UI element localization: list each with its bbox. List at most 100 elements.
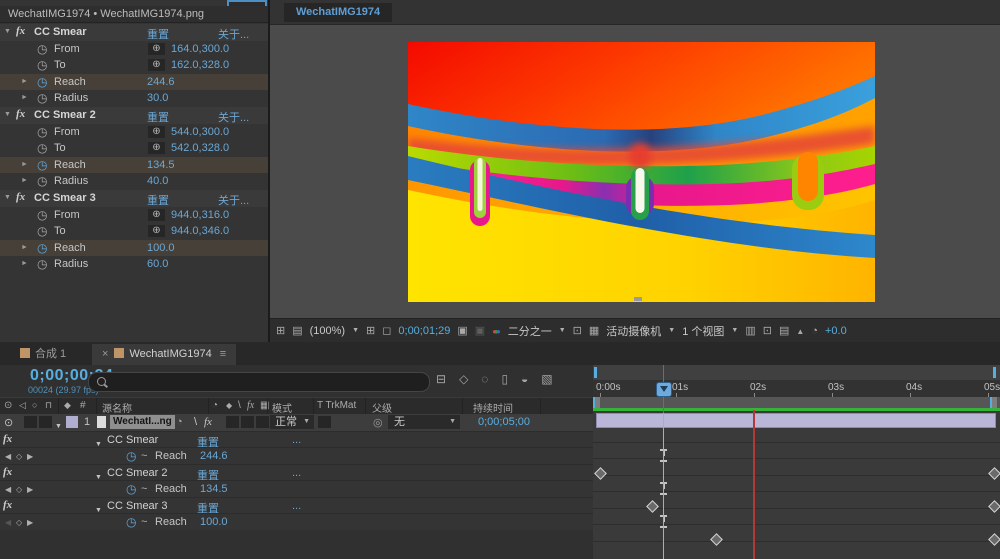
work-area-end-handle[interactable] xyxy=(990,397,997,408)
frame-blending-icon[interactable] xyxy=(501,372,508,386)
collapse-triangle-icon[interactable]: ▼ xyxy=(4,28,11,35)
effect-header-row[interactable]: ▼ fx CC Smear 3 重置 关于... xyxy=(0,189,268,208)
property-value[interactable]: 30.0 xyxy=(147,92,168,104)
layer-anchor-handle[interactable] xyxy=(634,297,642,301)
region-of-interest-icon[interactable] xyxy=(573,324,582,337)
expander-icon[interactable]: ► xyxy=(21,161,28,168)
about-link[interactable]: 关于... xyxy=(218,192,249,208)
layer-expander-icon[interactable] xyxy=(55,419,62,431)
chevron-down-icon[interactable]: ▼ xyxy=(731,327,738,334)
chevron-down-icon[interactable]: ▼ xyxy=(668,327,675,334)
point-crosshair-icon[interactable]: ⊕ xyxy=(148,42,165,55)
fx-badge-icon[interactable]: fx xyxy=(16,25,25,37)
parent-header[interactable]: 父级 xyxy=(372,400,392,415)
stopwatch-icon-animated[interactable]: ◷ xyxy=(37,75,47,89)
point-crosshair-icon[interactable]: ⊕ xyxy=(148,59,165,72)
stopwatch-icon[interactable]: ◷ xyxy=(37,91,47,105)
audio-toggle[interactable] xyxy=(24,416,37,428)
stopwatch-icon-animated[interactable]: ◷ xyxy=(126,515,136,529)
navigator-start-handle[interactable] xyxy=(594,367,597,378)
property-label[interactable]: Reach xyxy=(155,483,187,495)
duration-header[interactable]: 持续时间 xyxy=(473,400,513,415)
property-value[interactable]: 944.0,316.0 xyxy=(171,209,229,221)
time-ruler[interactable]: 0:00s 01s 02s 03s 04s 05s xyxy=(593,380,1000,398)
expander-icon[interactable]: ► xyxy=(21,244,28,251)
expander-icon[interactable]: ► xyxy=(21,78,28,85)
keyframe[interactable] xyxy=(988,500,1000,513)
quality-slash-icon[interactable] xyxy=(238,400,241,411)
fx-badge-icon[interactable]: fx xyxy=(16,191,25,203)
prev-keyframe-icon[interactable]: ◀ xyxy=(5,452,11,461)
parent-select[interactable]: 无 ▼ xyxy=(388,415,460,429)
layer-row[interactable]: 1 WechatI...ng 正常▼ 无▼ 0;00;05;00 xyxy=(0,414,593,431)
resolution-select[interactable]: 二分之一 xyxy=(508,323,552,339)
motion-blur-icon[interactable] xyxy=(521,372,528,386)
keyframe[interactable] xyxy=(988,467,1000,480)
composition-image[interactable] xyxy=(408,42,875,302)
next-keyframe-icon[interactable]: ▶ xyxy=(27,452,33,461)
viewer-timecode[interactable]: 0;00;01;29 xyxy=(398,325,450,337)
close-icon[interactable]: × xyxy=(102,348,108,360)
timeline-navigator[interactable] xyxy=(593,365,1000,381)
lock-column-icon[interactable] xyxy=(45,400,52,411)
add-keyframe-icon[interactable]: ◇ xyxy=(16,452,22,461)
viewer-tab[interactable]: WechatIMG1974 xyxy=(284,3,393,22)
search-input[interactable] xyxy=(88,372,430,392)
trkmat-select[interactable] xyxy=(318,416,331,428)
property-value[interactable]: 544.0,300.0 xyxy=(171,126,229,138)
effect-name[interactable]: CC Smear 3 xyxy=(34,192,96,204)
property-label[interactable]: Reach xyxy=(155,516,187,528)
snapshot-icon[interactable] xyxy=(457,324,467,337)
timeline-property-row[interactable]: ◀ ◇ ▶ ◷ Reach 244.6 xyxy=(0,447,593,464)
stopwatch-icon[interactable]: ◷ xyxy=(37,125,47,139)
expander-icon[interactable]: ► xyxy=(21,94,28,101)
quality-switch-icon[interactable] xyxy=(212,400,218,411)
audio-column-icon[interactable] xyxy=(19,400,26,411)
collapse-triangle-icon[interactable]: ▼ xyxy=(4,111,11,118)
timeline-effect-row[interactable]: fx CC Smear 2 重置 xyxy=(0,464,593,482)
effect-name[interactable]: CC Smear xyxy=(107,434,158,446)
work-area-start-handle[interactable] xyxy=(593,397,600,408)
property-label[interactable]: Reach xyxy=(155,450,187,462)
property-value[interactable]: 542.0,328.0 xyxy=(171,142,229,154)
shy-switch-icon[interactable] xyxy=(176,416,183,428)
mode-header[interactable]: 模式 xyxy=(272,400,292,415)
stopwatch-icon[interactable]: ◷ xyxy=(37,208,47,222)
effect-name[interactable]: CC Smear 3 xyxy=(107,500,168,512)
source-name-header[interactable]: 源名称 xyxy=(102,400,132,415)
parent-pickwhip-icon[interactable] xyxy=(373,416,383,429)
reset-link[interactable]: 重置 xyxy=(147,192,169,208)
graph-icon[interactable] xyxy=(141,450,147,462)
effect-switch-icon[interactable] xyxy=(226,400,232,411)
effect-header-row[interactable]: ▼ fx CC Smear 重置 关于... xyxy=(0,24,268,41)
show-channel-icon[interactable]: ●●● xyxy=(492,325,501,337)
keyframe[interactable] xyxy=(988,533,1000,546)
motion-blur-toggle[interactable] xyxy=(241,416,254,428)
stopwatch-icon[interactable]: ◷ xyxy=(37,224,47,238)
property-value[interactable]: 164.0,300.0 xyxy=(171,43,229,55)
quality-switch[interactable] xyxy=(194,416,197,428)
playhead-handle[interactable] xyxy=(656,382,672,397)
keyframe[interactable] xyxy=(710,533,723,546)
reset-link[interactable]: 重置 xyxy=(147,26,169,42)
stopwatch-icon-animated[interactable]: ◷ xyxy=(126,449,136,463)
point-crosshair-icon[interactable]: ⊕ xyxy=(148,142,165,155)
fx-switch[interactable] xyxy=(204,416,212,428)
view-layout-select[interactable]: 1 个视图 xyxy=(682,323,724,339)
label-column-icon[interactable] xyxy=(64,400,71,411)
reset-exposure-icon[interactable] xyxy=(811,325,818,337)
timeline-property-row[interactable]: ◀ ◇ ▶ ◷ Reach 134.5 xyxy=(0,480,593,497)
next-keyframe-icon[interactable]: ▶ xyxy=(27,485,33,494)
panel-menu-icon[interactable]: ≡ xyxy=(220,348,226,360)
about-link[interactable]: 关于... xyxy=(218,109,249,125)
more-options[interactable] xyxy=(292,467,301,479)
navigator-end-handle[interactable] xyxy=(993,367,996,378)
work-area-bar[interactable] xyxy=(593,397,1000,411)
pixel-aspect-icon[interactable] xyxy=(779,324,789,337)
always-preview-icon[interactable] xyxy=(276,324,285,337)
camera-select[interactable]: 活动摄像机 xyxy=(606,323,661,339)
magnification-select[interactable]: (100%) xyxy=(310,325,345,337)
grid-guides-icon[interactable] xyxy=(366,324,375,337)
primary-viewer-icon[interactable] xyxy=(292,324,302,337)
show-snapshot-icon[interactable] xyxy=(475,324,485,337)
